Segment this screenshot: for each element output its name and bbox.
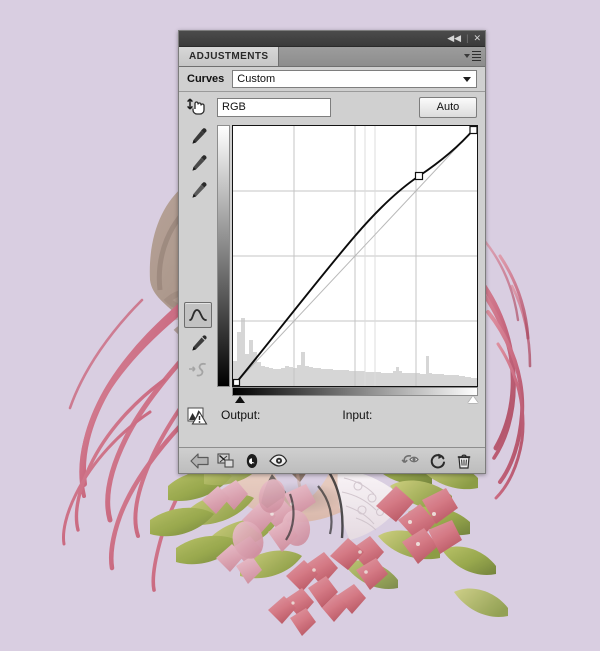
curves-tool-column — [179, 122, 217, 400]
toggle-mask-icon[interactable] — [239, 450, 265, 472]
panel-tabstrip: ADJUSTMENTS — [179, 47, 485, 67]
panel-menu-triangle-icon — [464, 54, 470, 58]
chevron-down-icon — [463, 77, 471, 82]
black-point-slider[interactable] — [235, 396, 245, 403]
titlebar-separator: | — [466, 33, 469, 43]
input-label: Input: — [342, 408, 373, 422]
tab-adjustments-label: ADJUSTMENTS — [189, 51, 269, 62]
channel-dropdown[interactable]: RGB — [217, 97, 331, 117]
channel-dropdown-value: RGB — [222, 101, 246, 113]
curves-graph-area — [217, 122, 479, 403]
auto-button[interactable]: Auto — [419, 96, 477, 118]
curves-title-label: Curves — [187, 73, 225, 85]
on-image-adjust-icon[interactable] — [185, 96, 209, 118]
curves-plot[interactable] — [233, 126, 477, 386]
curve-point-black — [233, 378, 241, 386]
curves-preset-row: Curves Custom — [179, 67, 485, 92]
curve-point-white — [469, 126, 477, 135]
toggle-visibility-icon[interactable] — [265, 450, 291, 472]
clip-to-layer-icon[interactable] — [213, 450, 239, 472]
output-input-row: Output: Input: — [179, 400, 485, 430]
smooth-curve-icon[interactable] — [185, 358, 211, 382]
tab-adjustments[interactable]: ADJUSTMENTS — [179, 47, 280, 66]
panel-menu-icon[interactable] — [464, 51, 481, 61]
output-label: Output: — [221, 408, 261, 422]
collapse-panel-icon[interactable]: ◀◀ — [447, 32, 461, 44]
panel-menu-lines-icon — [472, 51, 481, 61]
input-gradient-strip — [232, 387, 478, 396]
reset-adjustment-icon[interactable] — [425, 450, 451, 472]
white-point-slider[interactable] — [468, 396, 478, 403]
input-gradient-row — [232, 387, 478, 403]
preview-previous-state-icon[interactable] — [399, 450, 425, 472]
panel-bottom-toolbar — [179, 447, 485, 473]
close-icon[interactable]: ✕ — [473, 32, 481, 44]
channel-row: RGB Auto — [179, 92, 485, 122]
clipping-warning-icon[interactable] — [185, 404, 211, 426]
draw-pencil-curve-icon[interactable] — [185, 331, 211, 355]
eyedropper-gray-point-icon[interactable] — [185, 151, 211, 175]
preset-dropdown-value: Custom — [237, 73, 276, 85]
preset-dropdown[interactable]: Custom — [232, 70, 477, 88]
auto-button-label: Auto — [436, 101, 460, 113]
output-gradient-strip — [217, 125, 230, 387]
eyedropper-black-point-icon[interactable] — [185, 124, 211, 148]
panel-body — [179, 122, 485, 403]
curves-graph[interactable] — [232, 125, 478, 387]
curve-point-mid — [414, 171, 424, 181]
eyedropper-white-point-icon[interactable] — [185, 178, 211, 202]
return-to-adjustment-list-icon[interactable] — [187, 450, 213, 472]
adjustments-panel: ◀◀ | ✕ ADJUSTMENTS Curves Custom RGB Aut… — [178, 30, 486, 474]
edit-points-curve-icon[interactable] — [184, 302, 212, 328]
panel-titlebar: ◀◀ | ✕ — [179, 31, 485, 47]
delete-adjustment-icon[interactable] — [451, 450, 477, 472]
